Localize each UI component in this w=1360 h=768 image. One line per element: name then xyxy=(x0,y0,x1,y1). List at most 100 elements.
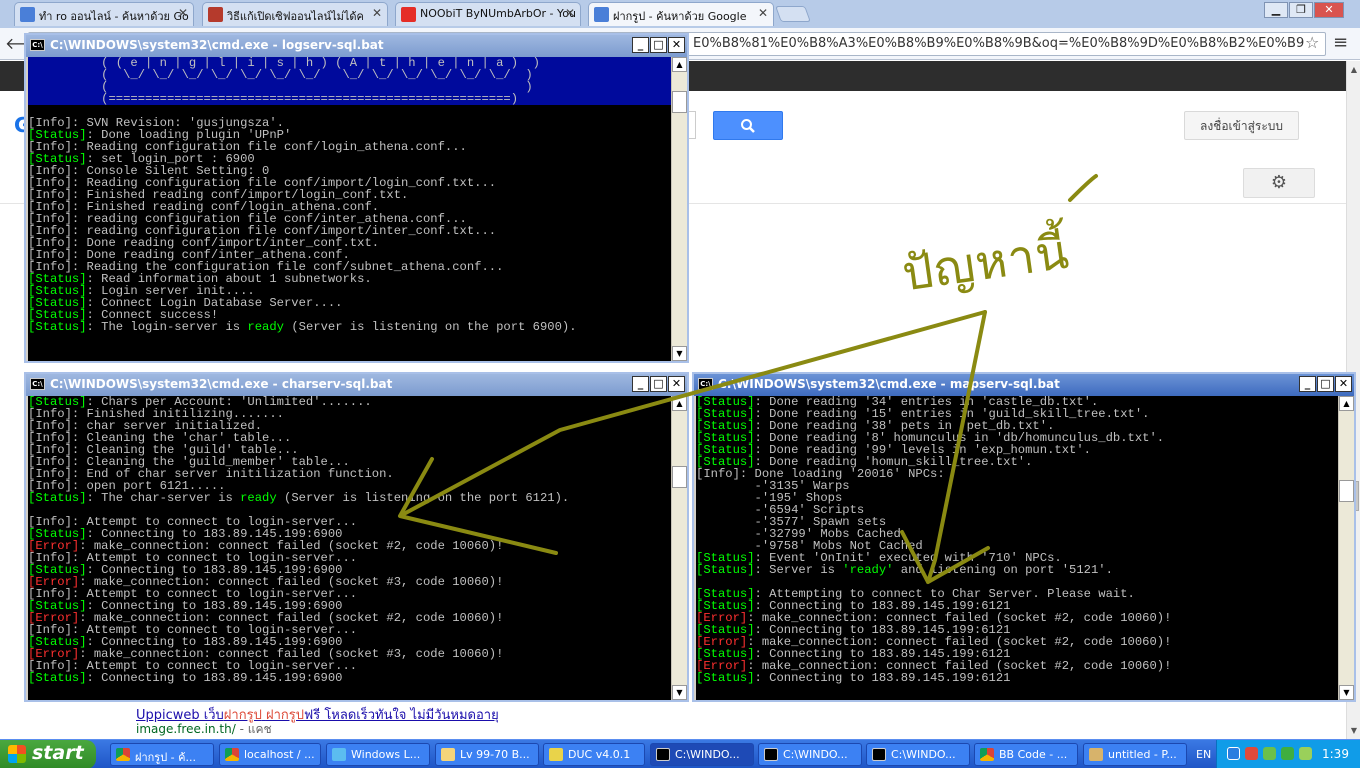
scroll-down-arrow-icon[interactable]: ▼ xyxy=(1348,724,1360,737)
window-close-button[interactable]: ✕ xyxy=(1314,2,1344,18)
cmd-icon: C:\ xyxy=(698,378,713,390)
taskbar-item-label: localhost / ... xyxy=(244,748,315,761)
tab-label: วิธีแก้เปิดเซิฟออนไลน์ไม่ได้ค xyxy=(227,10,364,23)
search-button[interactable] xyxy=(713,111,783,140)
sign-in-button[interactable]: ลงชื่อเข้าสู่ระบบ xyxy=(1184,111,1299,140)
scroll-up-arrow-icon[interactable]: ▲ xyxy=(672,57,687,72)
char-server-console-window[interactable]: C:\ C:\WINDOWS\system32\cmd.exe - charse… xyxy=(24,372,689,702)
map-server-console-window[interactable]: C:\ C:\WINDOWS\system32\cmd.exe - mapser… xyxy=(692,372,1356,702)
scroll-up-arrow-icon[interactable]: ▲ xyxy=(1339,396,1354,411)
taskbar-item[interactable]: DUC v4.0.1 xyxy=(543,743,645,766)
console-scrollbar[interactable]: ▲ ▼ xyxy=(1338,396,1354,700)
taskbar-item-label: Lv 99-70 B... xyxy=(460,748,530,761)
window-title-bar[interactable]: C:\ C:\WINDOWS\system32\cmd.exe - mapser… xyxy=(694,374,1354,396)
close-icon[interactable]: ✕ xyxy=(178,6,188,20)
close-button[interactable]: ✕ xyxy=(1335,376,1352,392)
ready-keyword: ready xyxy=(247,320,284,334)
annotation-flourish xyxy=(1068,174,1098,202)
browser-tab-3[interactable]: NOObiT ByNUmbArbOr - You ✕ xyxy=(395,2,581,26)
scroll-up-arrow-icon[interactable]: ▲ xyxy=(672,396,687,411)
new-tab-button[interactable] xyxy=(775,6,811,22)
taskbar-clock[interactable]: 1:39 xyxy=(1322,747,1349,761)
duc-icon xyxy=(549,748,563,761)
window-title: C:\WINDOWS\system32\cmd.exe - charserv-s… xyxy=(50,377,393,391)
taskbar-item-label: C:\WINDO... xyxy=(783,748,848,761)
google-icon xyxy=(20,7,35,22)
start-button[interactable]: start xyxy=(0,740,96,768)
menu-icon[interactable]: ≡ xyxy=(1333,32,1348,53)
browser-tab-4[interactable]: ฝากรูป - ค้นหาด้วย Google ✕ xyxy=(588,2,774,26)
antivirus-icon[interactable] xyxy=(1245,747,1258,760)
maximize-button[interactable]: □ xyxy=(650,376,667,392)
cmd-icon xyxy=(764,748,778,761)
console-output: [Status]: Chars per Account: 'Unlimited'… xyxy=(28,396,671,700)
taskbar-item[interactable]: untitled - P... xyxy=(1083,743,1187,766)
windows-logo-icon xyxy=(8,745,26,763)
start-label: start xyxy=(32,742,84,764)
window-title: C:\WINDOWS\system32\cmd.exe - mapserv-sq… xyxy=(718,377,1060,391)
scroll-up-arrow-icon[interactable]: ▲ xyxy=(1348,63,1360,76)
cmd-icon xyxy=(656,748,670,761)
taskbar-item[interactable]: C:\WINDO... xyxy=(650,743,754,766)
safely-remove-icon[interactable] xyxy=(1299,747,1312,760)
windows-taskbar: start ฝากรูป - ค้... localhost / ... Windo… xyxy=(0,739,1360,768)
settings-gear-icon[interactable]: ⚙ xyxy=(1243,168,1315,198)
window-title: C:\WINDOWS\system32\cmd.exe - logserv-sq… xyxy=(50,38,384,52)
login-server-console-window[interactable]: C:\ C:\WINDOWS\system32\cmd.exe - logser… xyxy=(24,33,689,363)
scroll-down-arrow-icon[interactable]: ▼ xyxy=(672,346,687,361)
console-scrollbar[interactable]: ▲ ▼ xyxy=(671,396,687,700)
window-title-bar[interactable]: C:\ C:\WINDOWS\system32\cmd.exe - logser… xyxy=(26,35,687,57)
console-line-text: : Connecting to 183.89.145.199:6121 xyxy=(754,671,1011,685)
maximize-button[interactable]: □ xyxy=(1317,376,1334,392)
minimize-button[interactable]: _ xyxy=(632,37,649,53)
network-icon[interactable] xyxy=(1263,747,1276,760)
console-line: [Status]: The login-server is ready (Ser… xyxy=(28,321,671,333)
close-button[interactable]: ✕ xyxy=(668,376,685,392)
language-indicator[interactable]: EN xyxy=(1196,748,1211,761)
bookmark-star-icon[interactable]: ☆ xyxy=(1305,33,1319,52)
console-line-text: : Server is xyxy=(754,563,843,577)
result-cache-link[interactable]: - แคช xyxy=(236,722,272,736)
taskbar-item[interactable]: BB Code - ... xyxy=(974,743,1078,766)
tab-label: ทำ ro ออนไลน์ - ค้นหาด้วย Go xyxy=(39,10,189,23)
browser-tab-1[interactable]: ทำ ro ออนไลน์ - ค้นหาด้วย Go ✕ xyxy=(14,2,194,26)
taskbar-item[interactable]: ฝากรูป - ค้... xyxy=(110,743,214,766)
scrollbar-thumb[interactable] xyxy=(672,466,687,488)
status-tag: [Status] xyxy=(28,320,87,334)
scroll-down-arrow-icon[interactable]: ▼ xyxy=(672,685,687,700)
help-icon[interactable] xyxy=(1227,747,1240,760)
window-minimize-button[interactable]: ▁ xyxy=(1264,2,1288,18)
scrollbar-thumb[interactable] xyxy=(1339,480,1354,502)
taskbar-item[interactable]: Lv 99-70 B... xyxy=(435,743,539,766)
cmd-icon: C:\ xyxy=(30,39,45,51)
scrollbar-thumb[interactable] xyxy=(672,91,687,113)
updates-icon[interactable] xyxy=(1281,747,1294,760)
taskbar-item[interactable]: localhost / ... xyxy=(219,743,321,766)
minimize-button[interactable]: _ xyxy=(1299,376,1316,392)
maximize-button[interactable]: □ xyxy=(650,37,667,53)
search-icon xyxy=(741,119,755,133)
youtube-icon xyxy=(401,7,416,22)
windows-live-icon xyxy=(332,748,346,761)
folder-icon xyxy=(441,748,455,761)
browser-tab-2[interactable]: วิธีแก้เปิดเซิฟออนไลน์ไม่ได้ค ✕ xyxy=(202,2,388,26)
console-line-text: : Connecting to 183.89.145.199:6900 xyxy=(86,671,343,685)
close-icon[interactable]: ✕ xyxy=(565,6,575,20)
close-button[interactable]: ✕ xyxy=(668,37,685,53)
scroll-down-arrow-icon[interactable]: ▼ xyxy=(1339,685,1354,700)
taskbar-item[interactable]: C:\WINDO... xyxy=(866,743,970,766)
taskbar-item[interactable]: C:\WINDO... xyxy=(758,743,862,766)
window-restore-button[interactable]: ❐ xyxy=(1289,2,1313,18)
window-title-bar[interactable]: C:\ C:\WINDOWS\system32\cmd.exe - charse… xyxy=(26,374,687,396)
google-icon xyxy=(594,7,609,22)
close-icon[interactable]: ✕ xyxy=(758,6,768,20)
ready-keyword: ready xyxy=(240,491,277,505)
taskbar-item-label: BB Code - ... xyxy=(999,748,1068,761)
taskbar-item[interactable]: Windows L... xyxy=(326,743,430,766)
result-title-highlight: ฝากรูป xyxy=(265,708,304,723)
console-scrollbar[interactable]: ▲ ▼ xyxy=(671,57,687,361)
close-icon[interactable]: ✕ xyxy=(372,6,382,20)
taskbar-item-label: DUC v4.0.1 xyxy=(568,748,631,761)
minimize-button[interactable]: _ xyxy=(632,376,649,392)
status-tag: [Status] xyxy=(28,671,87,685)
